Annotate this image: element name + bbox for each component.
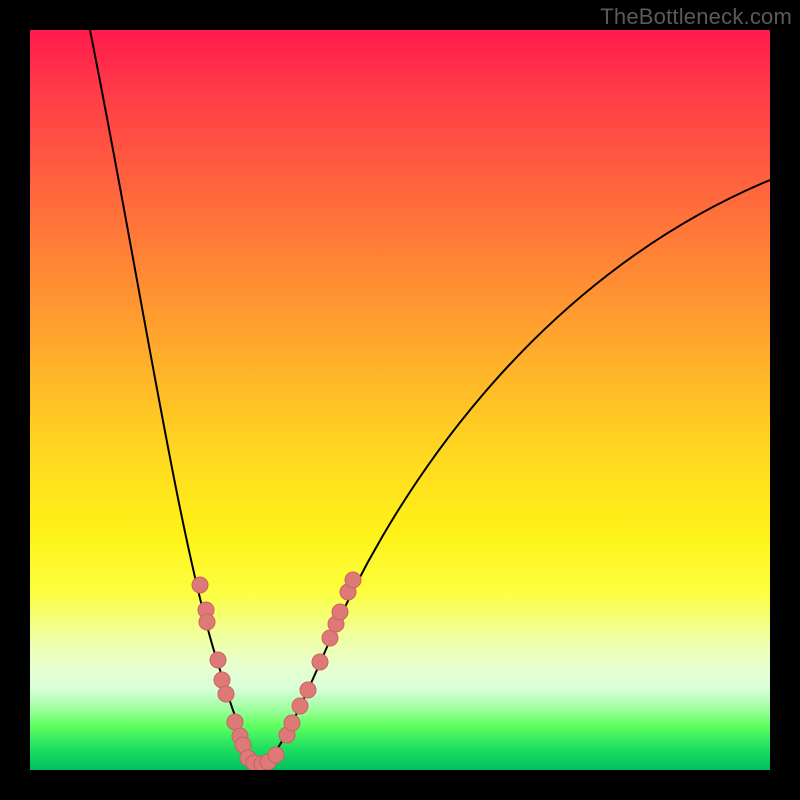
chart-plot-area (30, 30, 770, 770)
marker-dot (218, 686, 234, 702)
curve-right (265, 180, 770, 765)
marker-dot (214, 672, 230, 688)
marker-dot (300, 682, 316, 698)
marker-dot (268, 747, 284, 763)
curve-left (90, 30, 255, 765)
markers-group (192, 572, 361, 770)
chart-svg (30, 30, 770, 770)
marker-dot (292, 698, 308, 714)
marker-dot (345, 572, 361, 588)
marker-dot (332, 604, 348, 620)
marker-dot (192, 577, 208, 593)
marker-dot (210, 652, 226, 668)
watermark-text: TheBottleneck.com (600, 4, 792, 30)
marker-dot (312, 654, 328, 670)
marker-dot (199, 614, 215, 630)
marker-dot (284, 715, 300, 731)
